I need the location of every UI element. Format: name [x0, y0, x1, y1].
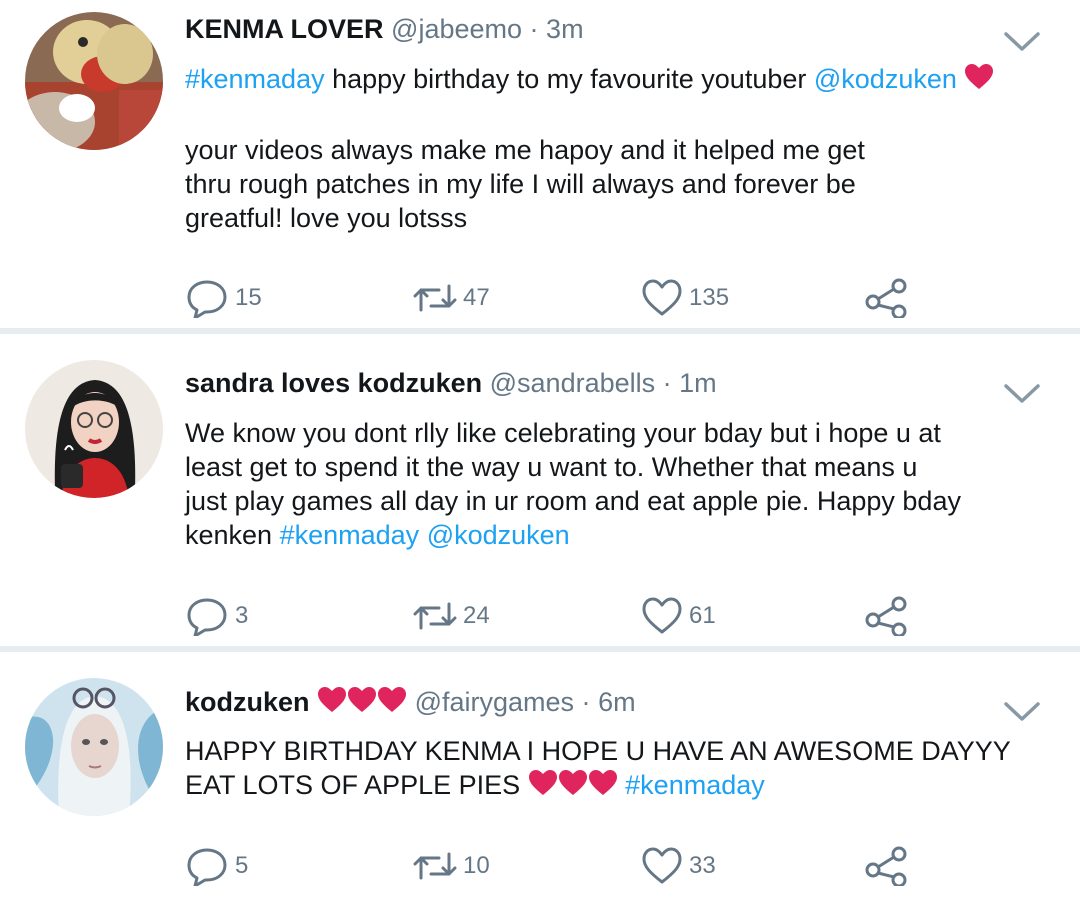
tweet-line: EAT LOTS OF APPLE PIES #kenmaday [185, 768, 1055, 805]
red-heart-emoji-icon [528, 769, 558, 805]
tweet-line: HAPPY BIRTHDAY KENMA I HOPE U HAVE AN AW… [185, 736, 1011, 766]
tweet-text: We know you dont rlly like celebrating y… [185, 416, 1055, 552]
red-heart-emoji-icon [964, 63, 994, 99]
tweet-actions: 15 47 135 [185, 276, 945, 320]
avatar[interactable] [25, 12, 163, 150]
share-button[interactable] [865, 594, 909, 638]
tweet-line: We know you dont rlly like celebrating y… [185, 418, 941, 448]
timestamp[interactable]: 1m [679, 368, 717, 398]
heart-icon [642, 847, 682, 884]
share-icon [865, 596, 907, 636]
tweet-header: KENMA LOVER @jabeemo · 3m [185, 14, 584, 44]
share-button[interactable] [865, 276, 909, 320]
chevron-down-icon[interactable] [1002, 30, 1042, 54]
reply-count: 5 [235, 852, 249, 879]
hashtag-link[interactable]: #kenmaday [280, 520, 420, 550]
heart-icon [642, 597, 682, 634]
avatar[interactable] [25, 678, 163, 816]
timestamp[interactable]: 3m [546, 14, 584, 44]
reply-count: 3 [235, 602, 249, 629]
share-icon [865, 278, 907, 318]
tweet-header: kodzuken @fairygames · 6m [185, 686, 636, 720]
tweet-actions: 3 24 61 [185, 594, 945, 638]
text-segment: kenken [185, 520, 280, 550]
hashtag-link[interactable]: #kenmaday [625, 770, 765, 800]
tweet-line: your videos always make me hapoy and it … [185, 135, 865, 165]
hashtag-link[interactable]: #kenmaday [185, 64, 325, 94]
tweet-text: #kenmaday happy birthday to my favourite… [185, 62, 1055, 235]
red-heart-emoji-icon [377, 686, 407, 720]
like-button[interactable]: 135 [641, 276, 729, 320]
retweet-icon [413, 852, 457, 880]
avatar[interactable] [25, 360, 163, 498]
reply-count: 15 [235, 284, 262, 311]
retweet-count: 47 [463, 284, 490, 311]
retweet-button[interactable]: 10 [413, 844, 490, 888]
mention-link[interactable]: @kodzuken [814, 64, 957, 94]
share-icon [865, 846, 907, 886]
like-count: 33 [689, 852, 716, 879]
text-segment [419, 520, 427, 550]
chevron-down-icon[interactable] [1002, 382, 1042, 406]
tweet-line: thru rough patches in my life I will alw… [185, 169, 856, 199]
red-heart-emoji-icon [558, 769, 588, 805]
tweet[interactable]: kodzuken @fairygames · 6m HAPPY BIRTHDAY… [0, 652, 1080, 905]
reply-button[interactable]: 15 [185, 276, 262, 320]
reply-button[interactable]: 5 [185, 844, 248, 888]
tweet-line: greatful! love you lotsss [185, 203, 468, 233]
retweet-icon [413, 284, 457, 312]
heart-icon [642, 279, 682, 316]
red-heart-emoji-icon [317, 686, 347, 720]
separator-dot: · [529, 14, 539, 44]
tweet-line: #kenmaday happy birthday to my favourite… [185, 62, 1055, 99]
tweet-line: least get to spend it the way u want to.… [185, 452, 918, 482]
retweet-count: 10 [463, 852, 490, 879]
tweet-line: just play games all day in ur room and e… [185, 486, 961, 516]
like-count: 135 [689, 284, 730, 311]
display-name[interactable]: sandra loves kodzuken [185, 368, 482, 398]
like-button[interactable]: 61 [641, 594, 716, 638]
text-segment: EAT LOTS OF APPLE PIES [185, 770, 528, 800]
mention-link[interactable]: @kodzuken [427, 520, 570, 550]
text-segment [957, 64, 965, 94]
like-count: 61 [689, 602, 716, 629]
like-button[interactable]: 33 [641, 844, 716, 888]
user-handle[interactable]: @sandrabells [490, 368, 656, 398]
reply-button[interactable]: 3 [185, 594, 248, 638]
red-heart-emoji-icon [588, 769, 618, 805]
user-handle[interactable]: @jabeemo [391, 14, 522, 44]
retweet-button[interactable]: 47 [413, 276, 490, 320]
tweet-text: HAPPY BIRTHDAY KENMA I HOPE U HAVE AN AW… [185, 734, 1055, 805]
user-handle[interactable]: @fairygames [415, 687, 574, 717]
retweet-button[interactable]: 24 [413, 594, 490, 638]
separator-dot: · [581, 687, 591, 717]
timestamp[interactable]: 6m [598, 687, 636, 717]
tweet-actions: 5 10 33 [185, 844, 945, 888]
chevron-down-icon[interactable] [1002, 700, 1042, 724]
reply-icon [187, 848, 227, 886]
red-heart-emoji-icon [347, 686, 377, 720]
share-button[interactable] [865, 844, 909, 888]
tweet-header: sandra loves kodzuken @sandrabells · 1m [185, 368, 717, 398]
display-name[interactable]: KENMA LOVER [185, 14, 384, 44]
text-segment: happy birthday to my favourite youtuber [324, 64, 814, 94]
reply-icon [187, 598, 227, 636]
separator-dot: · [662, 368, 672, 398]
tweet[interactable]: KENMA LOVER @jabeemo · 3m #kenmaday happ… [0, 0, 1080, 328]
retweet-icon [413, 602, 457, 630]
display-name[interactable]: kodzuken [185, 687, 310, 717]
tweet-line: kenken #kenmaday @kodzuken [185, 518, 1055, 552]
reply-icon [187, 280, 227, 318]
retweet-count: 24 [463, 602, 490, 629]
tweet[interactable]: sandra loves kodzuken @sandrabells · 1m … [0, 334, 1080, 646]
